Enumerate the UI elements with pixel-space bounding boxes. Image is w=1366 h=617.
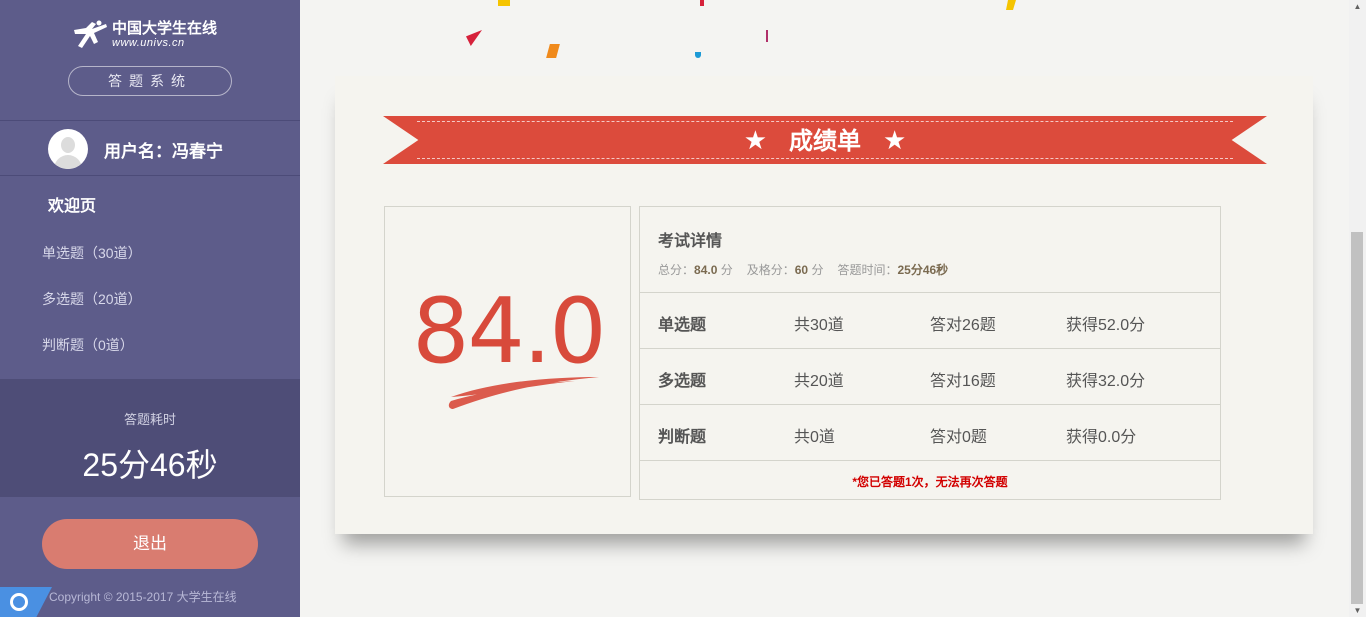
retry-notice: *您已答题1次，无法再次答题 — [852, 475, 1008, 489]
scroll-down-icon[interactable]: ▼ — [1349, 604, 1366, 617]
correct-count: 答对0题 — [930, 429, 987, 446]
confetti — [700, 0, 704, 6]
divider — [0, 175, 300, 176]
scrollbar-thumb[interactable] — [1351, 232, 1363, 604]
copyright: Copyright © 2015-2017 大学生在线 — [49, 590, 237, 604]
nav-item-multiple-choice[interactable]: 多选题（20道） — [42, 289, 142, 309]
correct-count: 答对26题 — [930, 317, 996, 334]
timer-panel: 答题耗时 25分46秒 — [0, 379, 300, 497]
nav-welcome[interactable]: 欢迎页 — [48, 192, 96, 216]
question-count: 共20道 — [794, 373, 844, 390]
feedback-badge[interactable] — [0, 587, 52, 617]
question-type: 多选题 — [658, 373, 707, 390]
logout-button[interactable]: 退出 — [42, 519, 258, 569]
user-info: 用户名：冯春宁 — [0, 121, 300, 175]
confetti — [766, 30, 768, 42]
logo-url: www.univs.cn — [112, 37, 185, 49]
table-row: 判断题 共0道 答对0题 获得0.0分 — [640, 405, 1220, 461]
points-earned: 获得32.0分 — [1066, 373, 1146, 390]
points-earned: 获得0.0分 — [1066, 429, 1137, 446]
logo-title: 中国大学生在线 — [112, 20, 218, 37]
question-type: 单选题 — [658, 317, 707, 334]
circle-icon — [10, 593, 28, 611]
username: 用户名：冯春宁 — [104, 142, 223, 161]
report-card: ★ 成绩单 ★ 84.0 考试详情 总分：84.0 分及格分：60 分答题时间：25… — [335, 76, 1313, 534]
system-label: 答题系统 — [68, 66, 232, 96]
confetti — [546, 44, 560, 58]
score-panel: 84.0 — [384, 206, 631, 497]
confetti — [498, 0, 510, 6]
star-icon: ★ — [883, 125, 907, 155]
confetti — [695, 52, 701, 58]
time-value: 25分46秒 — [897, 263, 949, 277]
ribbon-banner: ★ 成绩单 ★ — [383, 116, 1267, 164]
question-type: 判断题 — [658, 429, 707, 446]
exam-summary: 总分：84.0 分及格分：60 分答题时间：25分46秒 — [658, 263, 949, 277]
question-count: 共0道 — [794, 429, 835, 446]
nav-item-true-false[interactable]: 判断题（0道） — [42, 335, 134, 355]
scroll-up-icon[interactable]: ▲ — [1349, 0, 1366, 13]
correct-count: 答对16题 — [930, 373, 996, 390]
logo[interactable]: 中国大学生在线 www.univs.cn — [72, 20, 217, 50]
nav-item-single-choice[interactable]: 单选题（30道） — [42, 243, 142, 263]
points-earned: 获得52.0分 — [1066, 317, 1146, 334]
total-score: 84.0 — [412, 279, 606, 384]
timer-value: 25分46秒 — [82, 447, 218, 483]
brush-stroke-icon — [448, 377, 599, 409]
table-row: 单选题 共30道 答对26题 获得52.0分 — [640, 293, 1220, 349]
confetti — [1006, 0, 1016, 10]
timer-label: 答题耗时 — [123, 412, 176, 427]
confetti — [466, 30, 482, 46]
detail-title: 考试详情 — [658, 233, 723, 250]
detail-panel: 考试详情 总分：84.0 分及格分：60 分答题时间：25分46秒 单选题 共3… — [639, 206, 1221, 500]
detail-header: 考试详情 总分：84.0 分及格分：60 分答题时间：25分46秒 — [640, 207, 1220, 293]
runner-logo-icon — [74, 20, 107, 48]
star-icon: ★ — [743, 125, 767, 155]
pass-value: 60 — [794, 263, 809, 277]
table-row: 多选题 共20道 答对16题 获得32.0分 — [640, 349, 1220, 405]
avatar — [48, 129, 88, 169]
total-value: 84.0 — [694, 263, 718, 277]
question-count: 共30道 — [794, 317, 844, 334]
sidebar: 中国大学生在线 www.univs.cn 答题系统 用户名：冯春宁 欢迎页 单选… — [0, 0, 300, 617]
report-title: 成绩单 — [789, 128, 861, 155]
